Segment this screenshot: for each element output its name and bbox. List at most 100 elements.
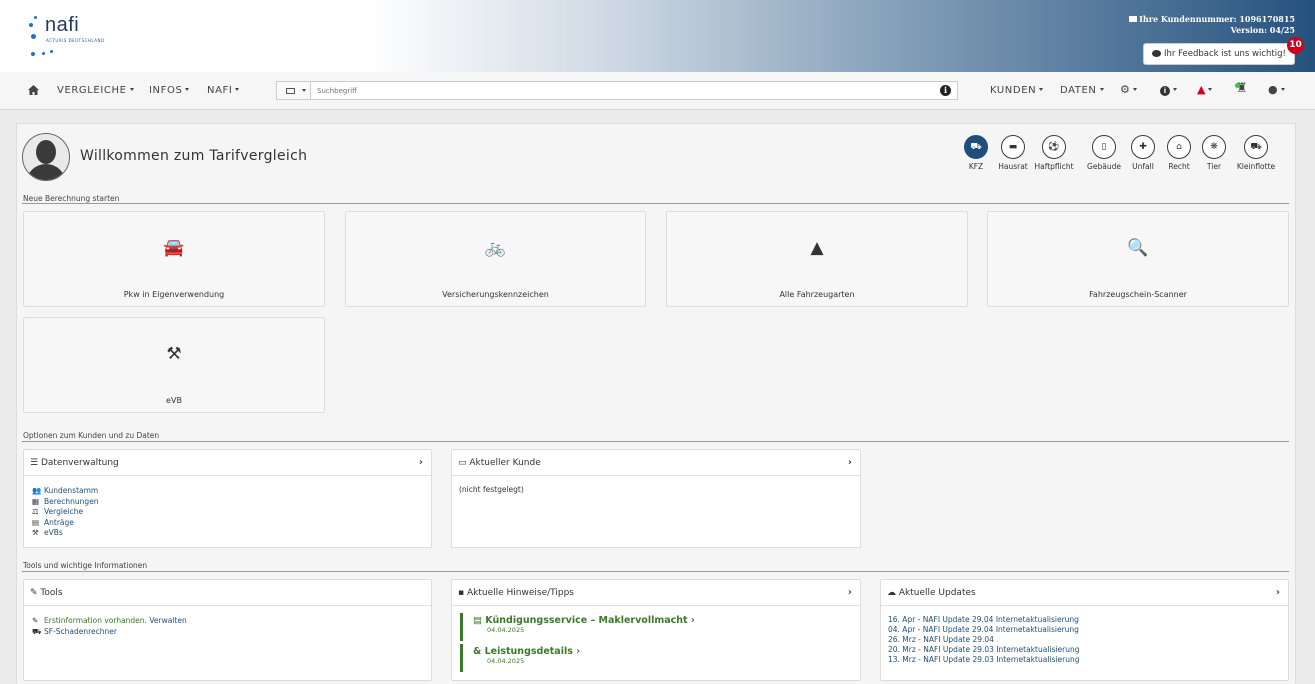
list-item[interactable]: ⚖ Vergleiche	[32, 507, 99, 518]
list-item[interactable]: ⛟ SF-Schadenrechner	[32, 627, 187, 638]
category-gebaeude[interactable]: ▯ Gebäude	[1083, 135, 1125, 171]
chevron-right-icon[interactable]: ›	[419, 457, 423, 468]
manage-link[interactable]: Verwalten	[149, 616, 186, 625]
tile-versicherungskennzeichen[interactable]: 🚲 Versicherungskennzeichen	[345, 211, 646, 307]
car-icon: ⛟	[964, 135, 988, 159]
nav-infos[interactable]: INFOS	[149, 85, 190, 96]
panel-datenverwaltung: ☰ Datenverwaltung › 👥 Kundenstamm ▦ Berechn…	[23, 449, 432, 548]
search-type-dropdown[interactable]	[277, 82, 311, 99]
update-item[interactable]: 26. Mrz - NAFI Update 29.04	[888, 635, 1079, 645]
category-hausrat[interactable]: ▬ Hausrat	[992, 135, 1034, 171]
panel-tools: ✎ Tools ✎ Erstinformation vorhanden. Verw…	[23, 579, 432, 681]
nav-vergleiche[interactable]: VERGLEICHE	[57, 85, 134, 96]
caret-down-icon	[302, 89, 306, 92]
update-item[interactable]: 04. Apr - NAFI Update 29.04 Internetaktu…	[888, 625, 1079, 635]
section-title-new-calc: Neue Berechnung starten	[23, 194, 120, 203]
cloud-icon: ☁	[887, 588, 899, 598]
tile-pkw[interactable]: 🚘 Pkw in Eigenverwendung	[23, 211, 325, 307]
caret-down-icon	[1039, 88, 1044, 91]
nav-kunden[interactable]: KUNDEN	[990, 85, 1044, 96]
panel-aktueller-kunde: ▭ Aktueller Kunde › (nicht festgelegt)	[451, 449, 861, 548]
gear-icon: ⚙	[1120, 83, 1130, 96]
road-icon: ▲	[810, 238, 824, 258]
update-item[interactable]: 16. Apr - NAFI Update 29.04 Internetaktu…	[888, 615, 1079, 625]
tile-evb[interactable]: ⚒ eVB	[23, 317, 325, 413]
bed-icon: ▬	[1001, 135, 1025, 159]
list-item[interactable]: 👥 Kundenstamm	[32, 486, 99, 497]
chevron-right-icon[interactable]: ›	[1276, 587, 1280, 598]
search-info-icon[interactable]: i	[940, 85, 951, 96]
nav-daten[interactable]: DATEN	[1060, 85, 1104, 96]
updates-list: 16. Apr - NAFI Update 29.04 Internetaktu…	[888, 615, 1079, 665]
search-bar: i	[276, 81, 958, 100]
info-menu[interactable]: i	[1160, 83, 1177, 96]
home-icon[interactable]	[28, 85, 39, 95]
nafi-logo[interactable]: nafi ACTURIS DEUTSCHLAND	[26, 12, 136, 60]
online-status-dot	[1235, 83, 1240, 88]
chevron-right-icon[interactable]: ›	[848, 587, 852, 598]
gavel-icon: ⚒	[166, 344, 182, 364]
paw-icon: ❋	[1202, 135, 1226, 159]
caret-down-icon	[129, 88, 134, 91]
file-icon: ▤	[473, 615, 486, 626]
tile-fahrzeugschein-scanner[interactable]: 🔍 Fahrzeugschein-Scanner	[987, 211, 1289, 307]
page-title: Willkommen zum Tarifvergleich	[80, 148, 308, 164]
tools-list: ✎ Erstinformation vorhanden. Verwalten ⛟ S…	[32, 616, 187, 637]
balance-scale-icon: ⚖	[32, 507, 39, 516]
fleet-icon: ⛟	[1244, 135, 1268, 159]
bicycle-icon: 🚲	[484, 238, 507, 258]
user-menu[interactable]: ●	[1268, 83, 1285, 96]
caret-down-icon	[1208, 88, 1213, 91]
search-input[interactable]	[317, 84, 917, 97]
category-tier[interactable]: ❋ Tier	[1193, 135, 1235, 171]
panel-header: ✎ Tools	[24, 580, 431, 606]
avatar	[22, 133, 70, 181]
id-card-icon: ▭	[458, 458, 470, 468]
settings-menu[interactable]: ⚙	[1120, 83, 1137, 96]
ball-icon: ⚽	[1042, 135, 1066, 159]
gavel-icon: ⚒	[32, 528, 39, 537]
caret-down-icon	[1280, 88, 1285, 91]
update-item[interactable]: 13. Mrz - NAFI Update 29.03 Internetaktu…	[888, 655, 1079, 665]
warning-menu[interactable]: ▲	[1197, 83, 1213, 96]
chevron-right-icon[interactable]: ›	[848, 457, 852, 468]
category-kfz[interactable]: ⛟ KFZ	[955, 135, 997, 171]
panel-hinweise: ▪ Aktuelle Hinweise/Tipps › ▤ Kündigungss…	[451, 579, 861, 681]
first-aid-icon: ✚	[1131, 135, 1155, 159]
logo-text: nafi	[45, 14, 80, 36]
category-haftpflicht[interactable]: ⚽ Haftpflicht	[1033, 135, 1075, 171]
hint-item[interactable]: & Leistungsdetails › 04.04.2025	[460, 644, 845, 672]
list-item: ✎ Erstinformation vorhanden. Verwalten	[32, 616, 187, 625]
section-divider	[22, 203, 1289, 204]
tile-alle-fahrzeugarten[interactable]: ▲ Alle Fahrzeugarten	[666, 211, 968, 307]
folder-icon	[1129, 16, 1138, 22]
panel-header[interactable]: ☁ Aktuelle Updates ›	[881, 580, 1288, 606]
list-item[interactable]: ▤ Anträge	[32, 518, 99, 529]
category-kleinflotte[interactable]: ⛟ Kleinflotte	[1235, 135, 1277, 171]
list-item[interactable]: ⚒ eVBs	[32, 528, 99, 539]
panel-header[interactable]: ▪ Aktuelle Hinweise/Tipps ›	[452, 580, 860, 606]
section-divider	[22, 441, 1289, 442]
feedback-count-badge: 10	[1287, 37, 1304, 54]
wrench-icon: ✎	[30, 588, 41, 598]
update-item[interactable]: 20. Mrz - NAFI Update 29.03 Internetaktu…	[888, 645, 1079, 655]
comment-icon	[1152, 50, 1161, 57]
data-list: 👥 Kundenstamm ▦ Berechnungen ⚖ Vergleiche ▤…	[32, 486, 99, 539]
version-label: Version: 04/25	[1230, 25, 1295, 35]
feedback-button[interactable]: Ihr Feedback ist uns wichtig!	[1143, 43, 1295, 65]
list-item[interactable]: ▦ Berechnungen	[32, 497, 99, 508]
hint-item[interactable]: ▤ Kündigungsservice – Maklervollmacht › …	[460, 613, 845, 641]
nav-nafi[interactable]: NAFI	[207, 85, 240, 96]
caret-down-icon	[1132, 88, 1137, 91]
courthouse-icon: ⌂	[1167, 135, 1191, 159]
user-icon: ●	[1268, 83, 1278, 96]
logo-subtitle: ACTURIS DEUTSCHLAND	[46, 38, 105, 43]
calculator-icon: ▦	[32, 496, 40, 506]
car-crash-icon: ⛟	[32, 626, 42, 636]
panel-header[interactable]: ☰ Datenverwaltung ›	[24, 450, 431, 476]
panel-header[interactable]: ▭ Aktueller Kunde ›	[452, 450, 860, 476]
customer-number: Ihre Kundennummer: 1096170815	[1129, 14, 1295, 25]
current-customer-value: (nicht festgelegt)	[459, 485, 524, 494]
section-divider	[22, 571, 1289, 572]
file-icon: ▤	[32, 517, 40, 527]
